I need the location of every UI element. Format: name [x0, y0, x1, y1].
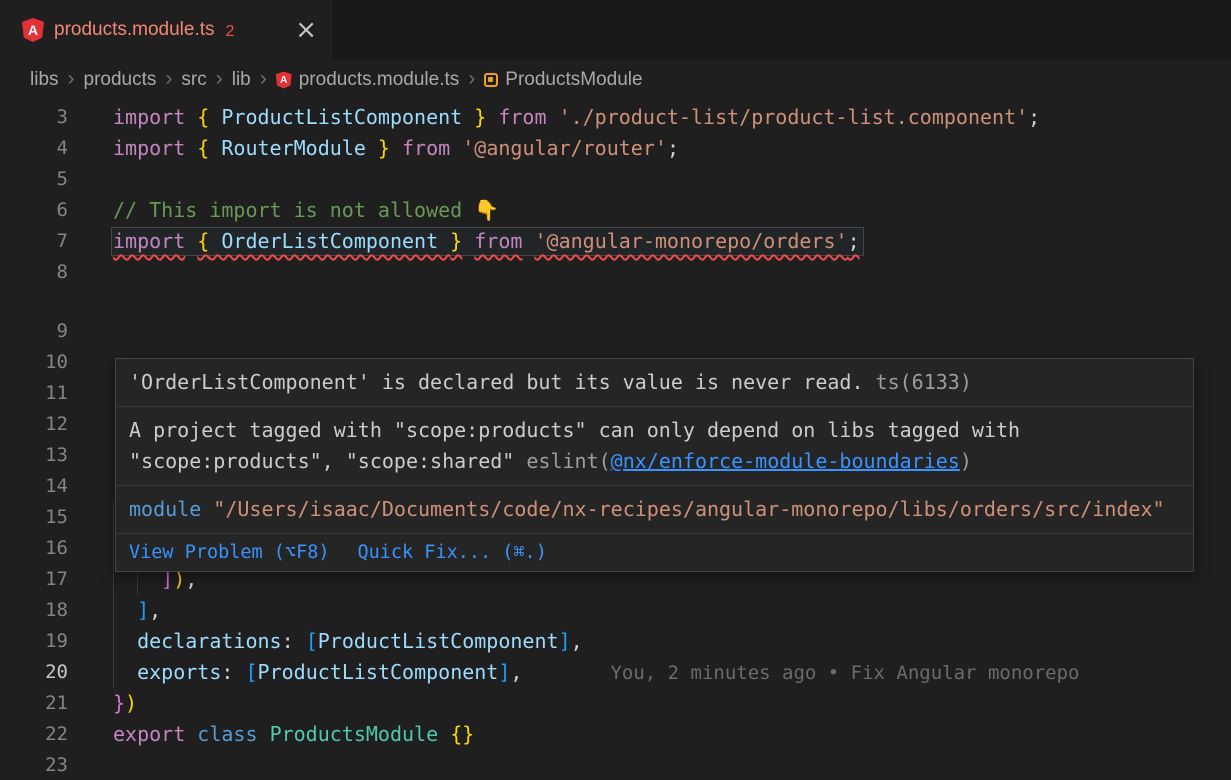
angular-icon: A	[22, 18, 44, 42]
ts-diagnostic: 'OrderListComponent' is declared but its…	[116, 359, 1193, 407]
code-line[interactable]: import { OrderListComponent } from '@ang…	[113, 226, 860, 257]
chevron-right-icon: ›	[165, 67, 172, 93]
breadcrumb-item-src[interactable]: src	[181, 69, 206, 91]
line-number: 22	[0, 719, 68, 750]
code-line[interactable]: })	[113, 688, 137, 719]
line-number: 6	[0, 195, 68, 226]
line-number: 15	[0, 502, 68, 533]
eslint-diagnostic: A project tagged with "scope:products" c…	[116, 407, 1193, 486]
code-row: 7 import { OrderListComponent } from '@an…	[0, 226, 1231, 257]
line-number: 23	[0, 750, 68, 780]
breadcrumb-label: src	[181, 69, 206, 91]
breadcrumb-label: ProductsModule	[505, 69, 642, 91]
code-line[interactable]: import { ProductListComponent } from './…	[113, 102, 1040, 133]
hover-text: ts(6133)	[864, 370, 972, 394]
close-icon[interactable]: ×	[295, 17, 317, 43]
code-row: 20 exports: [ProductListComponent],You, …	[0, 657, 1231, 688]
line-number: 21	[0, 688, 68, 719]
breadcrumb-item-products[interactable]: products	[84, 69, 157, 91]
tab-problem-count: 2	[226, 20, 235, 41]
breadcrumb-label: products	[84, 69, 157, 91]
editor[interactable]: 3 import { ProductListComponent } from '.…	[0, 100, 1231, 780]
code-line[interactable]: // This import is not allowed 👇	[113, 195, 499, 226]
line-number: 11	[0, 378, 68, 409]
hover-widget: 'OrderListComponent' is declared but its…	[115, 358, 1194, 572]
breadcrumb-label: lib	[232, 69, 251, 91]
hover-text: "/Users/isaac/Documents/code/nx-recipes/…	[213, 497, 1164, 521]
code-line[interactable]: export class ProductsModule {}	[113, 719, 474, 750]
code-line[interactable]: exports: [ProductListComponent],You, 2 m…	[113, 657, 1079, 689]
tab-bar: A products.module.ts 2 ×	[0, 0, 1231, 60]
line-number: 10	[0, 347, 68, 378]
hover-text: module	[129, 497, 201, 521]
class-symbol-icon	[484, 73, 498, 87]
code-row: 23	[0, 750, 1231, 780]
chevron-right-icon: ›	[468, 67, 475, 93]
code-line[interactable]: ],	[113, 595, 161, 626]
tab-title: products.module.ts	[54, 19, 215, 41]
code-row: 22 export class ProductsModule {}	[0, 719, 1231, 750]
line-number: 14	[0, 471, 68, 502]
breadcrumb-label: products.module.ts	[299, 69, 460, 91]
code-row: 18 ],	[0, 595, 1231, 626]
angular-icon: A	[276, 72, 292, 89]
line-number: 5	[0, 164, 68, 195]
line-number: 3	[0, 102, 68, 133]
nx-rule-link[interactable]: @nx/enforce-module-boundaries	[611, 449, 960, 473]
breadcrumb: libs › products › src › lib › Aproducts.module.t…	[0, 60, 1231, 100]
breadcrumb-item-products-module-ts[interactable]: Aproducts.module.ts	[276, 69, 460, 91]
hover-text: 'OrderListComponent' is declared but its…	[129, 370, 864, 394]
module-info: module "/Users/isaac/Documents/code/nx-r…	[116, 486, 1193, 534]
chevron-right-icon: ›	[216, 67, 223, 93]
hover-text	[201, 497, 213, 521]
code-row: 9	[0, 316, 1231, 347]
code-row: 6 // This import is not allowed 👇	[0, 195, 1231, 226]
code-row: 3 import { ProductListComponent } from '.…	[0, 102, 1231, 133]
git-blame-annotation: You, 2 minutes ago • Fix Angular monorep…	[610, 662, 1079, 684]
line-number: 13	[0, 440, 68, 471]
error-squiggle: import { OrderListComponent } from '@ang…	[113, 229, 860, 253]
code-line[interactable]: import { RouterModule } from '@angular/r…	[113, 133, 679, 164]
line-number: 19	[0, 626, 68, 657]
quick-fix-action[interactable]: Quick Fix... (⌘.)	[357, 537, 546, 568]
code-line[interactable]: declarations: [ProductListComponent],	[113, 626, 583, 657]
line-number: 4	[0, 133, 68, 164]
line-number: 8	[0, 257, 68, 288]
code-row: 4 import { RouterModule } from '@angular/…	[0, 133, 1231, 164]
breadcrumb-item-libs[interactable]: libs	[30, 69, 59, 91]
line-number: 18	[0, 595, 68, 626]
line-number: 20	[0, 657, 68, 688]
breadcrumb-item-productsmodule[interactable]: ProductsModule	[484, 69, 642, 91]
hover-actions: View Problem (⌥F8) Quick Fix... (⌘.)	[116, 534, 1193, 571]
code-row: 5	[0, 164, 1231, 195]
code-row: 8	[0, 257, 1231, 288]
chevron-right-icon: ›	[260, 67, 267, 93]
editor-tab[interactable]: A products.module.ts 2 ×	[0, 0, 332, 60]
breadcrumb-label: libs	[30, 69, 59, 91]
line-number: 12	[0, 409, 68, 440]
view-problem-action[interactable]: View Problem (⌥F8)	[129, 537, 329, 568]
line-number: 7	[0, 226, 68, 257]
hover-text: )	[960, 449, 972, 473]
breadcrumb-item-lib[interactable]: lib	[232, 69, 251, 91]
code-row: 19 declarations: [ProductListComponent],	[0, 626, 1231, 657]
line-number: 16	[0, 533, 68, 564]
line-number: 17	[0, 564, 68, 595]
hover-text: eslint(	[526, 449, 610, 473]
line-number: 9	[0, 316, 68, 347]
hover-rows: 'OrderListComponent' is declared but its…	[116, 359, 1193, 534]
chevron-right-icon: ›	[68, 67, 75, 93]
code-row: 21})	[0, 688, 1231, 719]
